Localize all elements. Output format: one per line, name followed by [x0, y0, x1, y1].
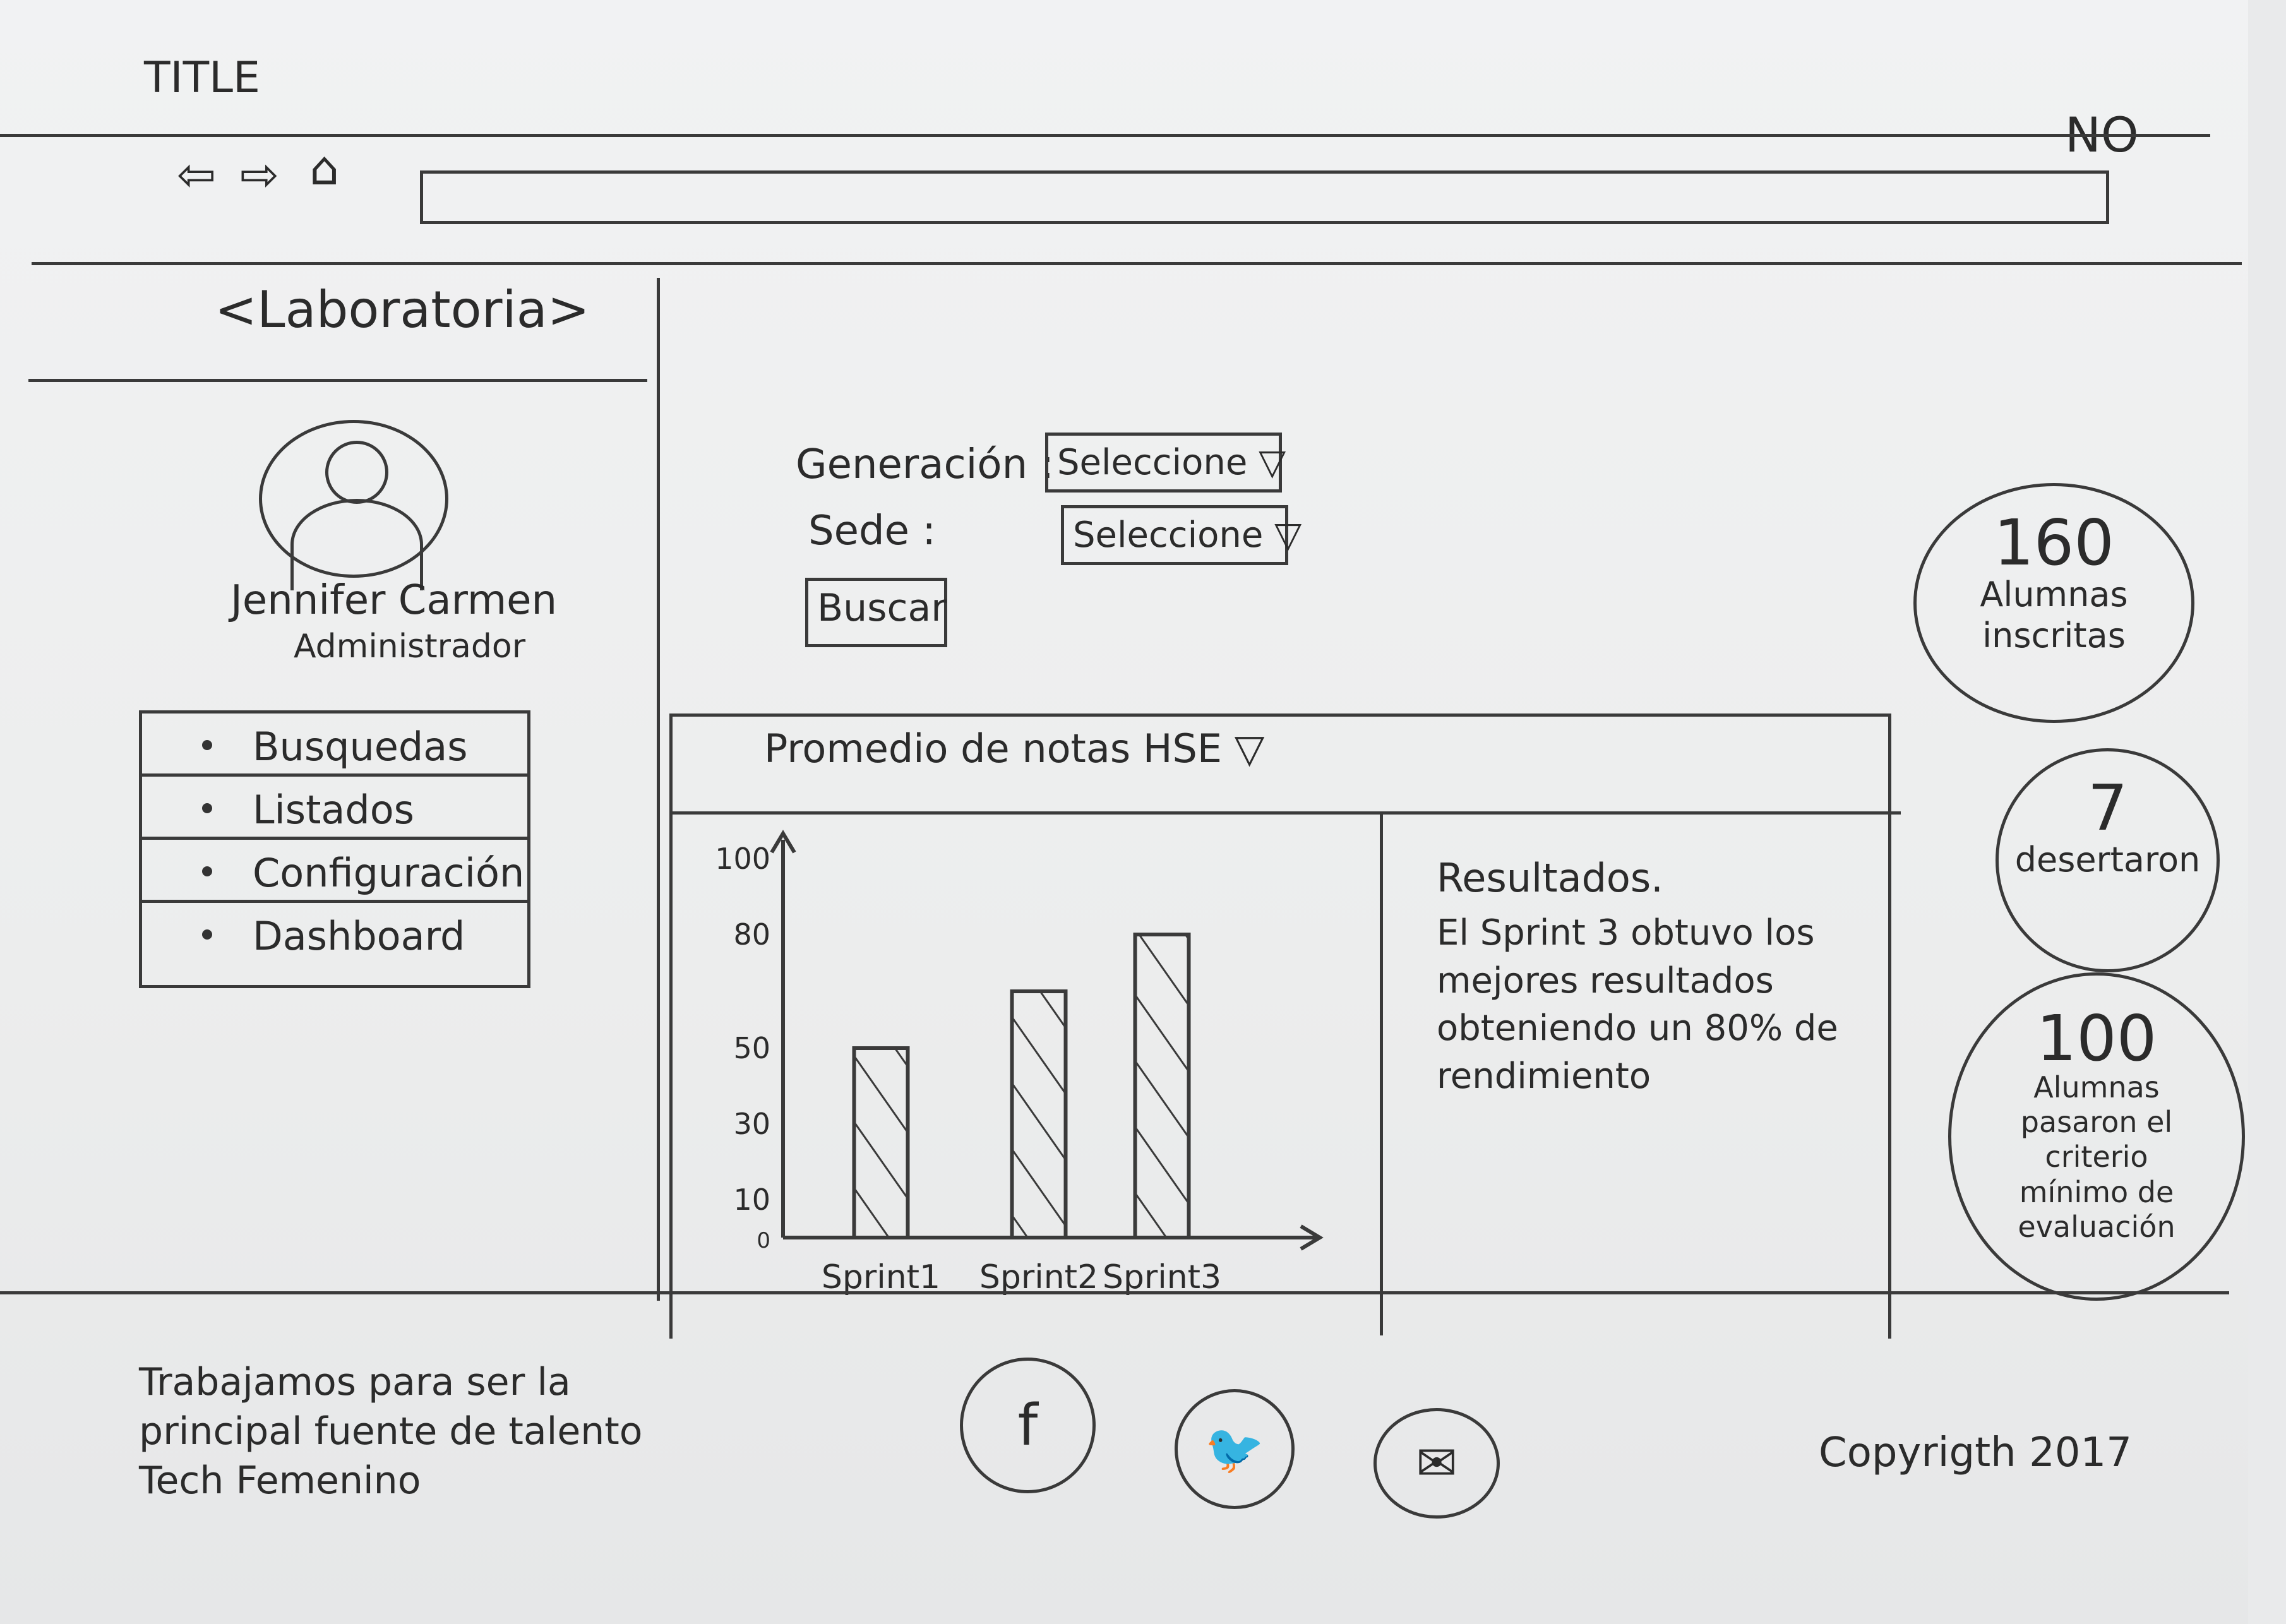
- stat-inscritas: 160 Alumnas inscritas: [1913, 483, 2194, 723]
- chart-bar: [852, 1046, 910, 1239]
- sidebar-item-busquedas[interactable]: Busquedas: [142, 713, 527, 777]
- sidebar-divider: [657, 278, 660, 1301]
- chart-bar: [1133, 933, 1191, 1239]
- panel-header-divider: [669, 811, 1901, 815]
- brand-logo[interactable]: <Laboratoria>: [215, 281, 590, 339]
- bullet-icon: [202, 740, 212, 750]
- title-divider: [0, 134, 2210, 137]
- y-tick-label: 80: [733, 917, 770, 952]
- panel-title[interactable]: Promedio de notas HSE ▽: [764, 726, 1264, 772]
- bullet-icon: [202, 803, 212, 813]
- bar-chart: 0 10 30 50 80 100 Sprint1 Sprint2 Sprint3: [715, 830, 1324, 1296]
- y-tick-label: 100: [715, 842, 770, 876]
- y-tick-label: 10: [733, 1183, 770, 1217]
- stat-number: 160: [1994, 506, 2114, 580]
- results-text: El Sprint 3 obtuvo los mejores resultado…: [1437, 912, 1838, 1097]
- facebook-icon[interactable]: f: [960, 1358, 1096, 1493]
- mail-icon[interactable]: ✉: [1373, 1408, 1500, 1519]
- sede-select[interactable]: Seleccione ▽: [1061, 505, 1302, 565]
- stat-number: 100: [2036, 1001, 2157, 1075]
- stat-label: Alumnas inscritas: [1980, 575, 2128, 655]
- x-tick-label: Sprint3: [1103, 1258, 1221, 1296]
- sidebar-item-label: Busquedas: [253, 724, 468, 770]
- x-tick-label: Sprint2: [979, 1258, 1098, 1296]
- stat-number: 7: [2087, 771, 2128, 845]
- brand-divider: [28, 379, 647, 382]
- sidebar-item-dashboard[interactable]: Dashboard: [142, 903, 527, 985]
- sidebar-menu: Busquedas Listados Configuración Dashboa…: [139, 710, 530, 988]
- stat-desertaron: 7 desertaron: [1996, 748, 2220, 972]
- sidebar-item-label: Dashboard: [253, 913, 465, 959]
- footer-tagline: Trabajamos para ser la principal fuente …: [139, 1360, 643, 1503]
- user-avatar-icon: [259, 420, 448, 590]
- copyright: Copyrigth 2017: [1819, 1430, 2132, 1476]
- user-name: Jennifer Carmen: [230, 577, 558, 624]
- arrow-left-icon[interactable]: ⇦: [177, 152, 216, 198]
- bullet-icon: [202, 866, 212, 876]
- address-bar[interactable]: [420, 170, 2109, 224]
- chart-bar: [1010, 989, 1068, 1239]
- generacion-select[interactable]: Seleccione ▽: [1045, 433, 1286, 493]
- generacion-label: Generación :: [796, 441, 1055, 488]
- arrow-right-icon[interactable]: ⇨: [240, 152, 279, 198]
- stat-label: desertaron: [2014, 840, 2201, 880]
- y-tick-label: 30: [733, 1107, 770, 1141]
- bullet-icon: [202, 929, 212, 940]
- x-tick-label: Sprint1: [822, 1258, 940, 1296]
- stat-aprobadas: 100 Alumnas pasaron el criterio mínimo d…: [1948, 972, 2245, 1301]
- window-title: TITLE: [144, 53, 260, 103]
- results-title: Resultados.: [1437, 855, 1663, 901]
- sidebar-item-configuracion[interactable]: Configuración: [142, 840, 527, 903]
- sidebar-item-label: Listados: [253, 787, 414, 833]
- sede-label: Sede :: [808, 508, 936, 554]
- y-tick-label: 0: [757, 1228, 770, 1253]
- header-divider: [32, 262, 2242, 265]
- sidebar-item-listados[interactable]: Listados: [142, 777, 527, 840]
- home-icon[interactable]: ⌂: [309, 145, 339, 192]
- user-role: Administrador: [294, 628, 526, 666]
- results-divider: [1380, 811, 1383, 1335]
- stat-label: Alumnas pasaron el criterio mínimo de ev…: [2018, 1070, 2175, 1244]
- footer-divider: [0, 1291, 2229, 1294]
- twitter-icon[interactable]: 🐦: [1175, 1389, 1295, 1509]
- search-button[interactable]: Buscar: [805, 578, 947, 647]
- y-tick-label: 50: [733, 1031, 770, 1065]
- sidebar-item-label: Configuración: [253, 850, 525, 896]
